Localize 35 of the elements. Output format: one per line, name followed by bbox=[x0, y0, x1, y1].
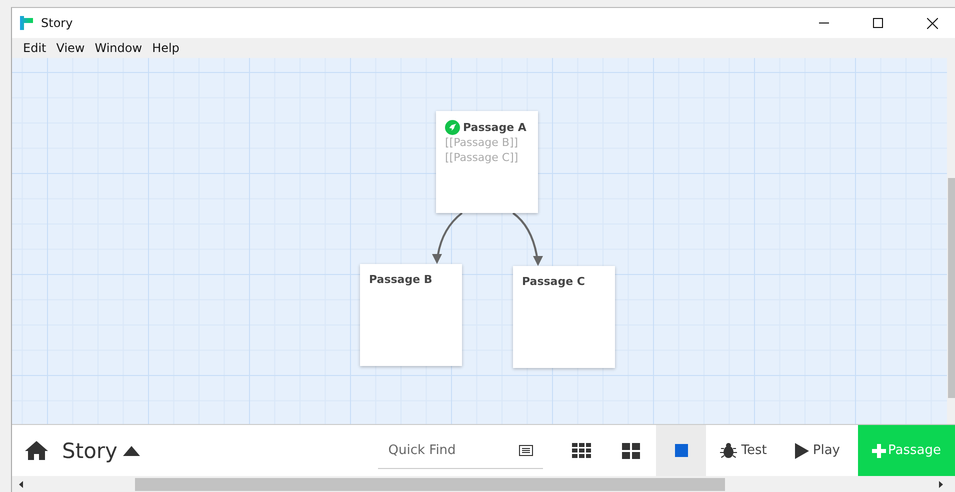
test-button[interactable]: Test bbox=[706, 425, 781, 476]
menu-item[interactable]: Edit bbox=[18, 40, 52, 55]
passage-card[interactable]: Passage C bbox=[513, 266, 615, 368]
plus-icon bbox=[872, 444, 886, 458]
scroll-left-icon[interactable] bbox=[19, 480, 23, 488]
passage-title: Passage B bbox=[369, 272, 432, 286]
menu-item[interactable]: Help bbox=[147, 40, 184, 55]
caret-icon bbox=[123, 446, 140, 456]
passage-excerpt: [[Passage B]] bbox=[445, 134, 520, 150]
large-grid-icon bbox=[622, 442, 640, 459]
passage-title: Passage C bbox=[522, 274, 585, 288]
menu-item[interactable]: View bbox=[51, 40, 90, 55]
bug-icon bbox=[720, 442, 738, 460]
maximize-icon bbox=[873, 18, 883, 28]
story-menu-button[interactable]: Story bbox=[62, 438, 140, 463]
passage-title: Passage A bbox=[463, 120, 526, 134]
link-arrow bbox=[512, 212, 543, 266]
passage-card[interactable]: Passage A [[Passage B]] [[Passage C]] bbox=[436, 110, 538, 213]
passage-excerpt: [[Passage C]] bbox=[445, 150, 520, 165]
small-grid-icon bbox=[572, 443, 591, 458]
list-icon bbox=[519, 444, 534, 456]
play-icon bbox=[794, 442, 809, 459]
square-icon bbox=[674, 444, 688, 458]
home-button[interactable] bbox=[25, 441, 48, 460]
window-title: Story bbox=[41, 16, 73, 30]
quick-find-field[interactable]: Quick Find bbox=[388, 442, 512, 458]
close-icon bbox=[926, 18, 938, 28]
app-logo-icon bbox=[20, 16, 33, 30]
link-arrow bbox=[432, 212, 463, 264]
scrollbar-thumb[interactable] bbox=[948, 178, 955, 398]
passage-card[interactable]: Passage B bbox=[360, 264, 462, 366]
play-button[interactable]: Play bbox=[780, 425, 854, 476]
scroll-right-icon[interactable] bbox=[939, 480, 943, 488]
scrollbar-thumb[interactable] bbox=[135, 478, 725, 491]
menu-item[interactable]: Window bbox=[90, 40, 148, 55]
